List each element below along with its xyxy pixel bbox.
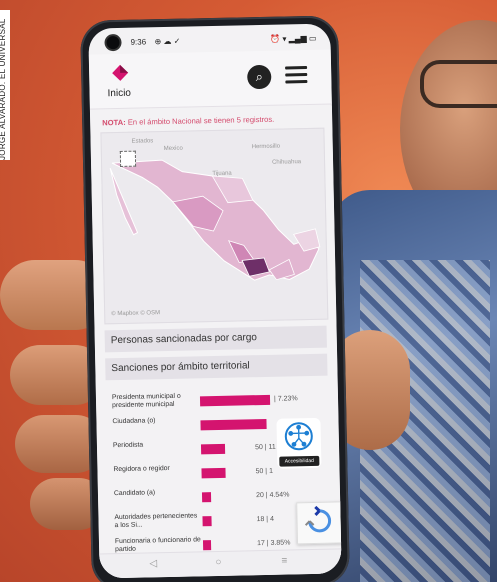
- recaptcha-icon: [304, 505, 332, 533]
- chart-value-label: 18 | 4: [256, 515, 275, 524]
- mexico-map[interactable]: Estados Mexico Tijuana Hermosillo Chihua…: [100, 127, 329, 325]
- map-label: Chihuahua: [272, 159, 302, 166]
- chart-bar[interactable]: [202, 516, 212, 527]
- phone-screen: 9:36 ⊕ ☁ ✓ ⏰ ▾ ▂▄▆ ▭ Inicio ⌕ NOTA: En e…: [88, 23, 342, 579]
- chart-category-label: Ciudadana (o): [112, 417, 156, 426]
- chart-bar[interactable]: [199, 394, 271, 407]
- map-fullscreen-button[interactable]: [119, 150, 137, 167]
- chart-bar[interactable]: [200, 418, 267, 431]
- section-by-territory[interactable]: Sanciones por ámbito territorial: [105, 353, 328, 381]
- chart-bar[interactable]: [201, 492, 211, 503]
- recents-button[interactable]: ≡: [281, 556, 287, 567]
- chart-category-label: Regidora o regidor: [113, 464, 170, 474]
- logo-icon[interactable]: [111, 64, 129, 82]
- chart-value-label: 20 | 4.54%: [255, 491, 290, 500]
- home-link[interactable]: Inicio: [107, 88, 131, 99]
- chart-category-label: Candidato (a): [113, 489, 156, 498]
- chart-value-label: 50 | 11: [254, 443, 276, 452]
- map-label: Tijuana: [212, 170, 232, 178]
- hamburger-icon: [285, 66, 308, 70]
- accessibility-widget[interactable]: Accesibilidad: [276, 417, 322, 469]
- status-right-icons: ⏰ ▾ ▂▄▆ ▭: [270, 33, 317, 44]
- accessibility-label: Accesibilidad: [279, 455, 320, 467]
- chart-value-label: 50 | 1: [255, 467, 274, 476]
- menu-button[interactable]: [285, 66, 308, 84]
- chart-bar[interactable]: [202, 540, 212, 551]
- android-navbar: ◁ ○ ≡: [99, 548, 342, 579]
- chart-value-label: 17 | 3.85%: [256, 539, 291, 548]
- status-left-icons: ⊕ ☁ ✓: [154, 36, 181, 47]
- search-button[interactable]: ⌕: [247, 64, 272, 90]
- page-content: NOTA: En el ámbito Nacional se tienen 5 …: [89, 105, 342, 579]
- smartphone: 9:36 ⊕ ☁ ✓ ⏰ ▾ ▂▄▆ ▭ Inicio ⌕ NOTA: En e…: [80, 15, 350, 582]
- photo-credit: JORGE ALVARADO. EL UNIVERSAL: [0, 10, 10, 160]
- recaptcha-badge[interactable]: [296, 501, 342, 545]
- note-prefix: NOTA:: [102, 117, 126, 128]
- map-label: Mexico: [163, 145, 183, 153]
- front-camera: [106, 35, 120, 50]
- chart-value-label: | 7.23%: [273, 395, 298, 403]
- section-by-position[interactable]: Personas sancionadas por cargo: [104, 325, 327, 353]
- chart-bar[interactable]: [201, 467, 226, 479]
- background-glasses: [420, 60, 497, 108]
- status-bar: 9:36 ⊕ ☁ ✓ ⏰ ▾ ▂▄▆ ▭: [88, 24, 330, 53]
- photo-background: JORGE ALVARADO. EL UNIVERSAL 9:36 ⊕ ☁ ✓ …: [0, 0, 497, 582]
- chart-category-label: Periodista: [112, 441, 144, 450]
- chart-category-label: Autoridades pertenecientes a los Si...: [114, 512, 198, 530]
- app-header: Inicio ⌕: [88, 49, 332, 110]
- note-text: NOTA: En el ámbito Nacional se tienen 5 …: [102, 115, 274, 128]
- chart-category-label: Presidenta municipal o presidente munici…: [111, 392, 181, 410]
- note-body: En el ámbito Nacional se tienen 5 regist…: [127, 114, 275, 127]
- status-time: 9:36: [130, 37, 147, 47]
- map-label: Estados: [131, 138, 154, 145]
- chart-bar[interactable]: [200, 443, 226, 455]
- map-credit: © Mapbox © OSM: [111, 310, 161, 318]
- search-icon: ⌕: [255, 68, 264, 85]
- back-button[interactable]: ◁: [149, 558, 157, 569]
- map-label: Hermosillo: [251, 143, 281, 151]
- accessibility-icon: [284, 422, 313, 451]
- home-button[interactable]: ○: [215, 557, 221, 568]
